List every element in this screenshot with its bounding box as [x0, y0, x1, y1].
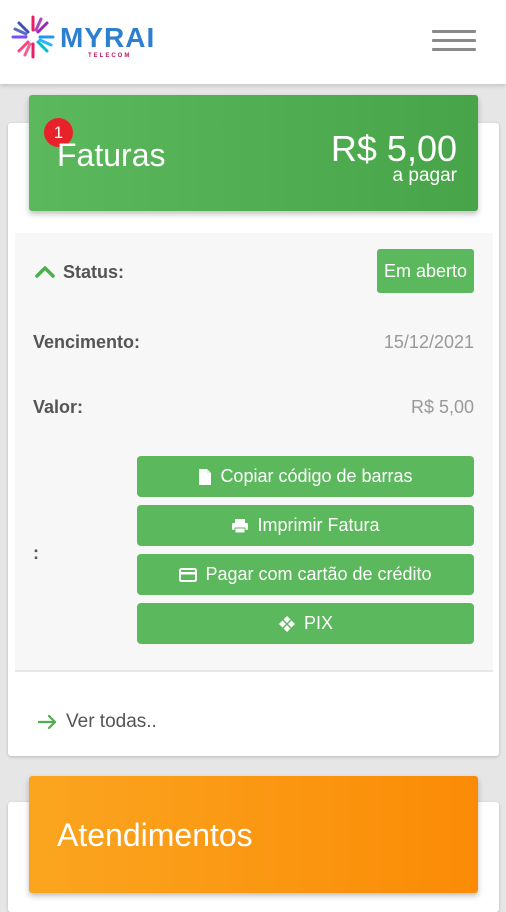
print-invoice-label: Imprimir Fatura: [257, 515, 380, 535]
amount-due-label: a pagar: [392, 165, 457, 186]
myrai-logo[interactable]: MYRAI TELECOM: [10, 12, 170, 62]
atendimentos-title: Atendimentos: [57, 817, 253, 853]
print-invoice-button[interactable]: Imprimir Fatura: [137, 505, 474, 546]
copy-barcode-button[interactable]: Copiar código de barras: [137, 456, 474, 497]
status-label: Status:: [63, 262, 125, 282]
chevron-up-icon[interactable]: [35, 264, 55, 278]
logo-burst-icon: [11, 15, 55, 59]
top-app-bar: MYRAI TELECOM: [0, 0, 506, 84]
see-all-label: Ver todas..: [66, 711, 157, 732]
atendimentos-header[interactable]: Atendimentos: [29, 776, 478, 893]
pay-credit-card-button[interactable]: Pagar com cartão de crédito: [137, 554, 474, 595]
brand-subtitle: TELECOM: [88, 53, 132, 59]
status-badge: Em aberto: [376, 249, 474, 293]
document-icon: [199, 468, 212, 485]
pix-label: PIX: [303, 613, 333, 633]
invoice-details-panel: Status: Em aberto Vencimento: 15/12/2021…: [15, 233, 493, 672]
print-icon: [232, 518, 249, 533]
faturas-header[interactable]: 1 Faturas R$ 5,00 a pagar: [29, 95, 478, 211]
pay-credit-card-label: Pagar com cartão de crédito: [205, 564, 432, 584]
amount-due: R$ 5,00: [330, 128, 457, 169]
amount-label: Valor:: [33, 397, 84, 417]
due-date-value: 15/12/2021: [383, 332, 474, 352]
faturas-title: Faturas: [57, 137, 166, 173]
brand-name: MYRAI: [60, 22, 156, 53]
actions-label: :: [33, 543, 39, 563]
amount-value: R$ 5,00: [410, 397, 474, 417]
hamburger-menu-icon[interactable]: [432, 30, 476, 56]
see-all-link[interactable]: Ver todas..: [38, 711, 157, 733]
pix-button[interactable]: PIX: [137, 603, 474, 644]
due-date-label: Vencimento:: [33, 332, 141, 352]
pix-icon: [278, 615, 295, 632]
copy-barcode-label: Copiar código de barras: [220, 466, 413, 486]
arrow-right-icon: [38, 714, 57, 730]
credit-card-icon: [179, 567, 198, 582]
